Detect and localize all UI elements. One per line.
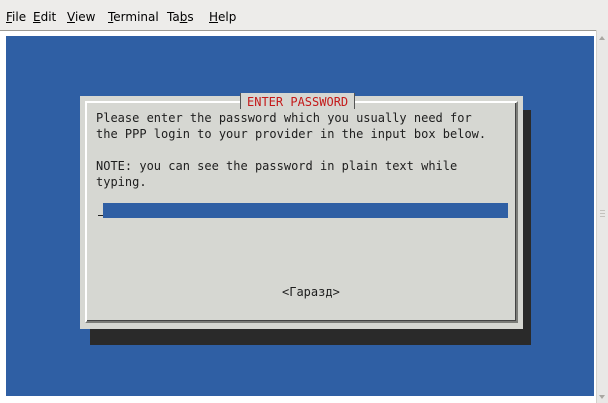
scroll-grip-icon	[600, 210, 605, 211]
scroll-grip-icon	[600, 213, 605, 214]
scroll-up-arrow-icon[interactable]	[599, 36, 605, 40]
menu-edit[interactable]: Edit	[33, 10, 56, 24]
password-input[interactable]	[103, 203, 508, 218]
scroll-grip-icon	[600, 216, 605, 217]
dialog-note-line-2: typing.	[96, 175, 147, 189]
menu-help[interactable]: Help	[209, 10, 236, 24]
scrollbar[interactable]	[596, 30, 608, 403]
dialog-title: ENTER PASSWORD	[247, 95, 349, 109]
menu-terminal[interactable]: Terminal	[108, 10, 159, 24]
ok-button[interactable]: <Гаразд>	[282, 284, 340, 300]
menu-bar: File Edit View Terminal Tabs Help	[0, 0, 608, 30]
dialog-message-line-1: Please enter the password which you usua…	[96, 111, 472, 125]
menu-view[interactable]: View	[67, 10, 95, 24]
scroll-down-arrow-icon[interactable]	[599, 395, 605, 399]
dialog-note-line-1: NOTE: you can see the password in plain …	[96, 159, 458, 173]
menu-tabs[interactable]: Tabs	[167, 10, 194, 24]
dialog-title-box: ENTER PASSWORD	[240, 93, 356, 109]
dialog-message-line-2: the PPP login to your provider in the in…	[96, 127, 487, 141]
menu-file[interactable]: File	[6, 10, 26, 24]
